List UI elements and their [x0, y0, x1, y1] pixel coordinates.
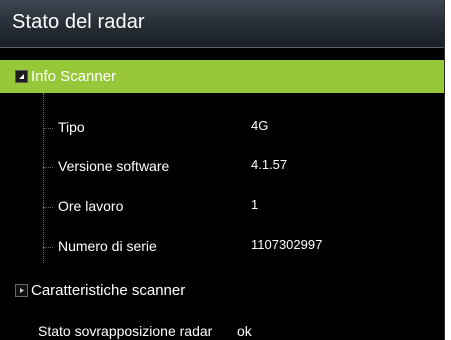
- info-row-value: 4.1.57: [251, 157, 288, 172]
- info-row-serial-number: Numero di serie 1107302997: [0, 226, 444, 264]
- overlay-status-value: ok: [237, 323, 252, 339]
- section-label: Info Scanner: [31, 68, 117, 85]
- info-row-key: Ore lavoro: [58, 198, 124, 214]
- tree-branch: [43, 167, 53, 168]
- triangle-down-icon[interactable]: [15, 70, 28, 83]
- info-row-key: Versione software: [58, 158, 170, 174]
- triangle-right-icon[interactable]: [15, 284, 28, 297]
- section-label: Caratteristiche scanner: [31, 282, 186, 299]
- info-row-work-hours: Ore lavoro 1: [0, 186, 444, 224]
- info-row-key: Numero di serie: [58, 238, 157, 254]
- title-bar: Stato del radar: [0, 0, 444, 48]
- window-title: Stato del radar: [12, 11, 145, 33]
- info-row-value: 1107302997: [251, 237, 323, 252]
- info-row-software-version: Versione software 4.1.57: [0, 146, 444, 184]
- info-row-key: Tipo: [58, 119, 85, 135]
- tree-branch: [43, 207, 53, 208]
- info-row-type: Tipo 4G: [0, 107, 444, 145]
- section-info-scanner[interactable]: Info Scanner: [0, 60, 444, 93]
- info-row-value: 4G: [251, 118, 269, 133]
- tree-branch: [43, 128, 53, 129]
- tree-branch: [43, 247, 53, 248]
- section-scanner-features[interactable]: Caratteristiche scanner: [0, 274, 444, 307]
- info-row-value: 1: [251, 197, 259, 212]
- radar-status-window: Stato del radar Info Scanner Tipo 4G Ver…: [0, 0, 445, 340]
- overlay-status-key: Stato sovrapposizione radar: [38, 323, 213, 339]
- radar-overlay-status-row[interactable]: Stato sovrapposizione radar ok: [0, 314, 444, 340]
